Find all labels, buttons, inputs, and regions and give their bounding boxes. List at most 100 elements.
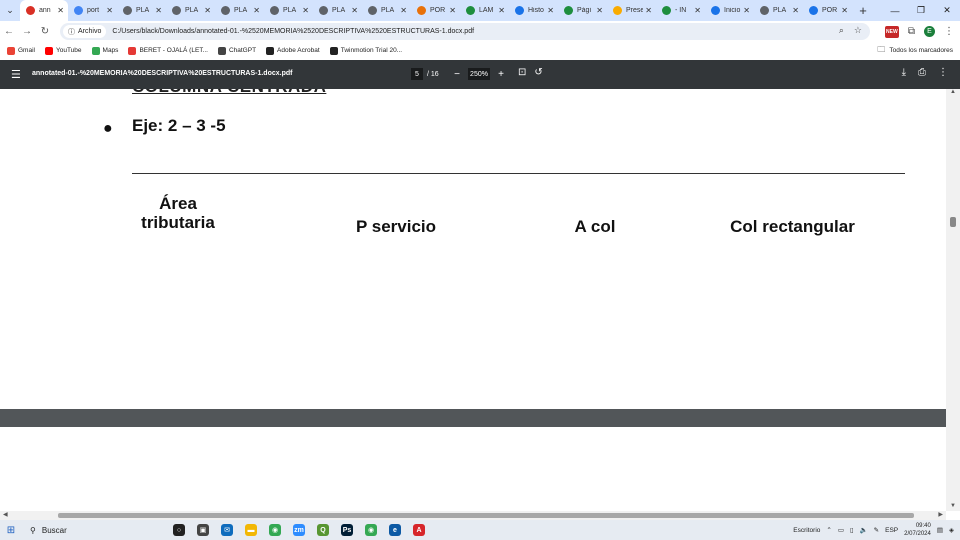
print-icon[interactable]: ⎙: [918, 67, 926, 78]
browser-menu-icon[interactable]: ⋮: [944, 26, 954, 37]
tab-close-icon[interactable]: ✕: [547, 6, 554, 15]
fit-page-icon[interactable]: ⊡: [518, 67, 526, 78]
browser-tab[interactable]: - IN ✕: [656, 0, 705, 21]
restore-icon[interactable]: ❐: [908, 5, 934, 16]
taskbar-app-acrobat[interactable]: A: [407, 520, 431, 540]
battery-icon[interactable]: ▯: [850, 526, 854, 534]
tab-close-icon[interactable]: ✕: [204, 6, 211, 15]
scroll-right-icon[interactable]: ▶: [938, 511, 943, 518]
bookmark-item[interactable]: Adobe Acrobat: [266, 46, 320, 55]
all-bookmarks[interactable]: 🗀 Todos los marcadores: [877, 42, 953, 59]
bookmark-item[interactable]: Twinmotion Trial 20...: [329, 46, 402, 55]
browser-tab[interactable]: PLA ✕: [754, 0, 803, 21]
tab-close-icon[interactable]: ✕: [400, 6, 407, 15]
tab-close-icon[interactable]: ✕: [596, 6, 603, 15]
tab-close-icon[interactable]: ✕: [694, 6, 701, 15]
new-tab-button[interactable]: +: [856, 3, 870, 18]
taskbar-app-cortana[interactable]: ○: [167, 520, 191, 540]
scroll-up-icon[interactable]: ▲: [950, 89, 956, 95]
tab-close-icon[interactable]: ✕: [841, 6, 848, 15]
browser-tab[interactable]: Histo ✕: [509, 0, 558, 21]
bookmark-item[interactable]: Maps: [91, 46, 118, 55]
bookmark-item[interactable]: Gmail: [7, 46, 35, 55]
tab-close-icon[interactable]: ✕: [57, 6, 64, 15]
back-icon[interactable]: ←: [0, 26, 18, 37]
taskbar-app-photoshop[interactable]: Ps: [335, 520, 359, 540]
desktop-label[interactable]: Escritorio: [793, 527, 820, 534]
taskbar-search[interactable]: ⚲ Buscar: [22, 520, 167, 540]
browser-tab[interactable]: PLA ✕: [313, 0, 362, 21]
taskbar-app-edge[interactable]: e: [383, 520, 407, 540]
vertical-scroll-thumb[interactable]: [950, 217, 956, 227]
tab-close-icon[interactable]: ✕: [645, 6, 652, 15]
browser-tab[interactable]: PLA ✕: [362, 0, 411, 21]
teams-icon[interactable]: ◈: [949, 526, 954, 534]
tab-close-icon[interactable]: ✕: [253, 6, 260, 15]
pen-icon[interactable]: ✎: [874, 526, 879, 534]
taskbar-app-task-view[interactable]: ▣: [191, 520, 215, 540]
tab-close-icon[interactable]: ✕: [498, 6, 505, 15]
browser-tab[interactable]: POR ✕: [803, 0, 852, 21]
tab-close-icon[interactable]: ✕: [106, 6, 113, 15]
horizontal-scrollbar[interactable]: ◀ ▶: [0, 511, 946, 520]
new-extension-badge[interactable]: NEW: [884, 25, 899, 38]
tab-close-icon[interactable]: ✕: [155, 6, 162, 15]
browser-tab[interactable]: PLA ✕: [166, 0, 215, 21]
horizontal-scroll-thumb[interactable]: [58, 513, 914, 518]
bookmark-item[interactable]: ChatGPT: [217, 46, 256, 55]
close-icon[interactable]: ✕: [934, 5, 960, 16]
taskbar-app-chrome-active[interactable]: ◉: [359, 520, 383, 540]
browser-tab[interactable]: POR ✕: [411, 0, 460, 21]
pdf-viewport[interactable]: COLUMNA CENTRADA ● Eje: 2 – 3 -5 Área tr…: [0, 89, 960, 511]
pdf-menu-icon[interactable]: ☰: [11, 68, 21, 81]
file-chip[interactable]: ⓘ Archivo: [63, 25, 107, 38]
forward-icon[interactable]: →: [18, 26, 36, 37]
scroll-left-icon[interactable]: ◀: [3, 511, 8, 518]
network-icon[interactable]: ▭: [838, 526, 844, 534]
browser-tab[interactable]: LAM ✕: [460, 0, 509, 21]
reload-icon[interactable]: ↻: [36, 26, 54, 37]
tab-close-icon[interactable]: ✕: [302, 6, 309, 15]
browser-tab[interactable]: Pági ✕: [558, 0, 607, 21]
windows-start-icon[interactable]: ⊞: [0, 525, 22, 536]
language-indicator[interactable]: ESP: [885, 527, 898, 534]
taskbar-app-mail[interactable]: ✉: [215, 520, 239, 540]
tab-close-icon[interactable]: ✕: [792, 6, 799, 15]
notifications-icon[interactable]: ▤: [937, 526, 943, 534]
rotate-icon[interactable]: ↺: [534, 67, 542, 78]
taskbar-app-zoom[interactable]: zm: [287, 520, 311, 540]
profile-avatar[interactable]: E: [924, 26, 935, 37]
taskbar-app-file-explorer[interactable]: ▬: [239, 520, 263, 540]
taskbar-app-qgis[interactable]: Q: [311, 520, 335, 540]
tab-close-icon[interactable]: ✕: [743, 6, 750, 15]
browser-tab[interactable]: ann ✕: [20, 0, 68, 21]
browser-tab[interactable]: PLA ✕: [215, 0, 264, 21]
zoom-out-icon[interactable]: −: [452, 69, 462, 80]
tray-chevron-icon[interactable]: ⌃: [826, 526, 831, 534]
taskbar-app-chrome[interactable]: ◉: [263, 520, 287, 540]
tab-close-icon[interactable]: ✕: [449, 6, 456, 15]
zoom-in-icon[interactable]: +: [496, 69, 506, 80]
volume-icon[interactable]: 🔈: [860, 526, 868, 534]
download-icon[interactable]: ⤓: [902, 67, 906, 78]
vertical-scrollbar[interactable]: ▲ ▼: [946, 89, 960, 511]
minimize-icon[interactable]: —: [882, 6, 908, 16]
tab-close-icon[interactable]: ✕: [351, 6, 358, 15]
clock[interactable]: 09:40 2/07/2024: [904, 522, 931, 538]
zoom-icon[interactable]: ⌕: [839, 25, 844, 36]
browser-tab[interactable]: PLA ✕: [117, 0, 166, 21]
browser-tab[interactable]: port ✕: [68, 0, 117, 21]
browser-tab[interactable]: Prese ✕: [607, 0, 656, 21]
zoom-input[interactable]: 250%: [468, 68, 490, 80]
address-bar[interactable]: ⓘ Archivo C:/Users/black/Downloads/annot…: [60, 23, 870, 40]
browser-tab[interactable]: Inicio ✕: [705, 0, 754, 21]
page-number-input[interactable]: 5: [411, 68, 423, 80]
bookmark-item[interactable]: YouTube: [44, 46, 82, 55]
browser-tab[interactable]: PLA ✕: [264, 0, 313, 21]
tab-search-icon[interactable]: ⌄: [0, 0, 20, 21]
scroll-down-icon[interactable]: ▼: [950, 503, 956, 509]
bookmark-item[interactable]: BERET - OJALÁ (LET...: [128, 46, 208, 55]
pdf-more-icon[interactable]: ⋮: [938, 67, 948, 78]
extensions-icon[interactable]: ⧉: [908, 26, 915, 37]
bookmark-star-icon[interactable]: ☆: [854, 25, 862, 36]
